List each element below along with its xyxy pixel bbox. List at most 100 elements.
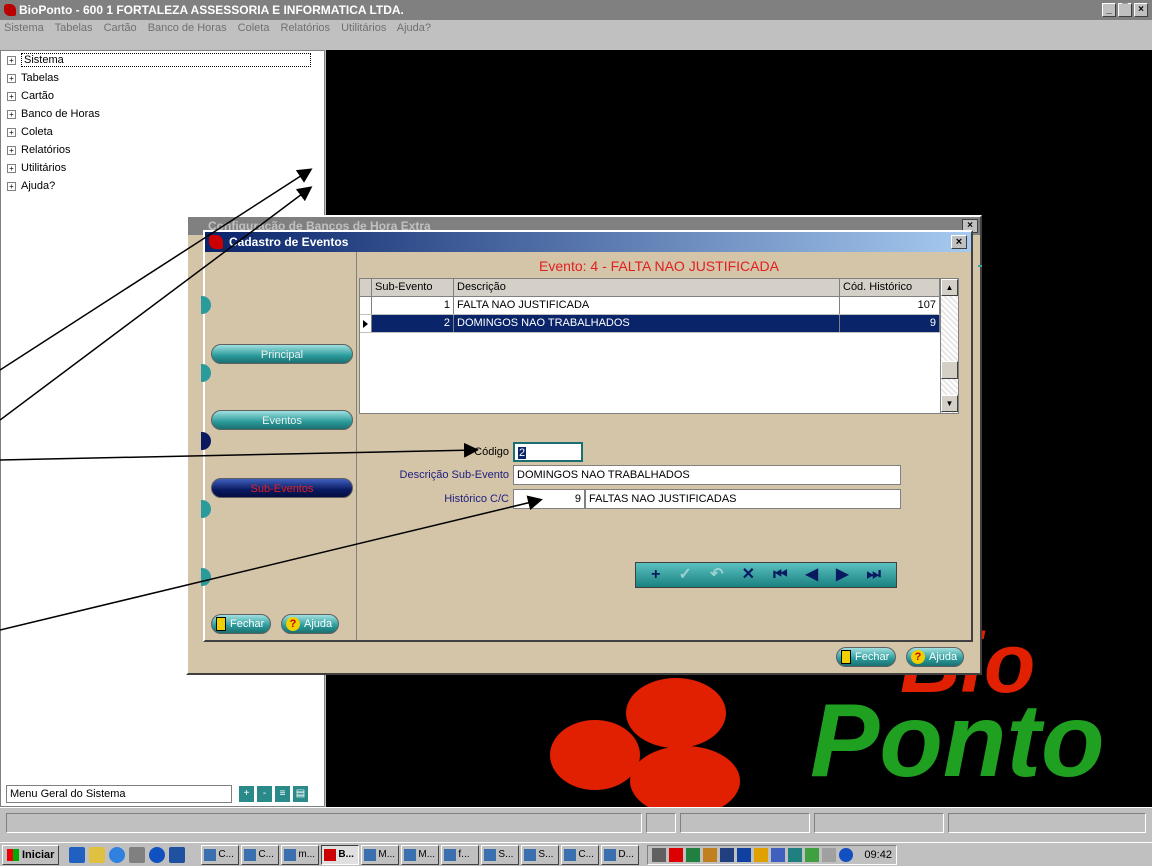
tree-item-sistema[interactable]: + Sistema [1, 51, 324, 69]
desktop-icon[interactable] [69, 846, 86, 863]
taskbar-app[interactable]: S... [521, 844, 560, 865]
clock[interactable]: 09:42 [864, 849, 892, 861]
undo-icon[interactable]: ↶ [710, 567, 723, 583]
tree-item-utilitarios[interactable]: + Utilitários [1, 159, 324, 177]
tab-principal[interactable]: Principal [211, 344, 353, 364]
tray-app-icon[interactable] [686, 847, 701, 862]
taskbar-app[interactable]: C... [241, 844, 280, 865]
scroll-down-icon[interactable]: ▼ [941, 395, 958, 412]
menu-banco-de-horas[interactable]: Banco de Horas [148, 22, 227, 34]
tray-app-icon[interactable] [805, 847, 820, 862]
table-row[interactable]: 2 DOMINGOS NAO TRABALHADOS 9 [360, 315, 958, 333]
header-descricao[interactable]: Descrição [454, 279, 840, 296]
expand-icon[interactable]: + [7, 109, 16, 119]
bg-ajuda-button[interactable]: ? Ajuda [906, 647, 965, 667]
speaker-icon[interactable] [652, 847, 667, 862]
first-record-icon[interactable]: ⏮ [773, 567, 787, 583]
door-icon [841, 650, 851, 664]
expand-icon[interactable]: + [7, 127, 16, 137]
tree-item-banco-de-horas[interactable]: + Banco de Horas [1, 105, 324, 123]
expand-icon[interactable]: + [7, 145, 16, 155]
sub-eventos-grid[interactable]: Sub-Evento Descrição Cód. Histórico 1 FA… [359, 278, 959, 414]
header-sub-evento[interactable]: Sub-Evento [372, 279, 454, 296]
menu-geral-field[interactable]: Menu Geral do Sistema [6, 785, 232, 803]
menu-cartao[interactable]: Cartão [104, 22, 137, 34]
tab-notch [201, 568, 211, 586]
taskbar-app[interactable]: S... [481, 844, 520, 865]
divider [978, 265, 982, 267]
collapse-all-button[interactable]: - [256, 785, 273, 803]
historico-code-field[interactable]: 9 [513, 489, 585, 509]
tray-app-icon[interactable] [703, 847, 718, 862]
close-button[interactable]: × [1134, 3, 1148, 17]
messenger-icon[interactable] [839, 847, 854, 862]
messenger-icon[interactable] [149, 846, 166, 863]
taskbar-app[interactable]: m... [281, 844, 320, 865]
previous-record-icon[interactable]: ◀ [806, 567, 818, 583]
outlook-icon[interactable] [89, 846, 106, 863]
windows-logo-icon [7, 848, 19, 861]
taskbar-app[interactable]: M... [361, 844, 400, 865]
list-view-icon[interactable]: ≡ [274, 785, 291, 803]
tab-sub-eventos[interactable]: Sub-Eventos [211, 478, 353, 498]
menu-coleta[interactable]: Coleta [238, 22, 270, 34]
taskbar-app[interactable]: M... [401, 844, 440, 865]
codigo-label: Código [474, 446, 509, 458]
confirm-icon[interactable]: ✓ [679, 567, 692, 583]
search-icon[interactable] [129, 846, 146, 863]
expand-icon[interactable]: + [7, 91, 16, 101]
grid-scrollbar[interactable]: ▲ ▼ [940, 279, 958, 413]
expand-icon[interactable]: + [7, 163, 16, 173]
descricao-sub-evento-field[interactable]: DOMINGOS NAO TRABALHADOS [513, 465, 901, 485]
menu-tabelas[interactable]: Tabelas [55, 22, 93, 34]
language-icon[interactable] [737, 847, 752, 862]
browser-icon[interactable] [109, 846, 126, 863]
codigo-field[interactable]: 2 [513, 442, 583, 462]
tree-item-tabelas[interactable]: + Tabelas [1, 69, 324, 87]
taskbar-app[interactable]: C... [201, 844, 240, 865]
users-icon[interactable] [788, 847, 803, 862]
bioponto-app-icon [324, 848, 337, 861]
taskbar-app-bioponto[interactable]: B... [321, 844, 360, 865]
next-record-icon[interactable]: ▶ [836, 567, 848, 583]
word-icon[interactable] [169, 846, 186, 863]
taskbar-app[interactable]: f... [441, 844, 480, 865]
table-row[interactable]: 1 FALTA NAO JUSTIFICADA 107 [360, 297, 958, 315]
expand-icon[interactable]: + [7, 55, 16, 65]
tree-item-coleta[interactable]: + Coleta [1, 123, 324, 141]
header-cod-historico[interactable]: Cód. Histórico [840, 279, 940, 296]
historico-desc-field[interactable]: FALTAS NAO JUSTIFICADAS [585, 489, 901, 509]
tree-item-ajuda[interactable]: + Ajuda? [1, 177, 324, 195]
tab-eventos[interactable]: Eventos [211, 410, 353, 430]
tray-app-icon[interactable] [754, 847, 769, 862]
fechar-button[interactable]: Fechar [211, 614, 272, 634]
tray-app-icon[interactable] [822, 847, 837, 862]
scroll-thumb[interactable] [941, 361, 958, 379]
maximize-button[interactable]: ̅ [1118, 3, 1132, 17]
menu-ajuda[interactable]: Ajuda? [397, 22, 431, 34]
expand-all-button[interactable]: + [238, 785, 255, 803]
minimize-button[interactable]: _ [1102, 3, 1116, 17]
taskbar-app[interactable]: D... [601, 844, 640, 865]
start-button[interactable]: Iniciar [2, 844, 60, 865]
tray-app-icon[interactable] [720, 847, 735, 862]
tree-view-icon[interactable]: ▤ [292, 785, 309, 803]
menu-relatorios[interactable]: Relatórios [281, 22, 331, 34]
add-record-icon[interactable]: + [651, 567, 660, 583]
antivirus-icon[interactable] [669, 847, 684, 862]
ajuda-button[interactable]: ? Ajuda [281, 614, 340, 634]
dialog-close-button[interactable]: × [951, 235, 967, 249]
taskbar-app[interactable]: C... [561, 844, 600, 865]
scroll-up-icon[interactable]: ▲ [941, 279, 958, 296]
bg-fechar-button[interactable]: Fechar [836, 647, 897, 667]
last-record-icon[interactable]: ⏭ [867, 567, 881, 583]
menu-utilitarios[interactable]: Utilitários [341, 22, 386, 34]
tree-item-relatorios[interactable]: + Relatórios [1, 141, 324, 159]
network-icon[interactable] [771, 847, 786, 862]
expand-icon[interactable]: + [7, 181, 16, 191]
tree-item-cartao[interactable]: + Cartão [1, 87, 324, 105]
delete-icon[interactable]: ✕ [742, 567, 755, 583]
app-title: BioPonto - 600 1 FORTALEZA ASSESSORIA E … [19, 3, 404, 17]
expand-icon[interactable]: + [7, 73, 16, 83]
menu-sistema[interactable]: Sistema [4, 22, 44, 34]
